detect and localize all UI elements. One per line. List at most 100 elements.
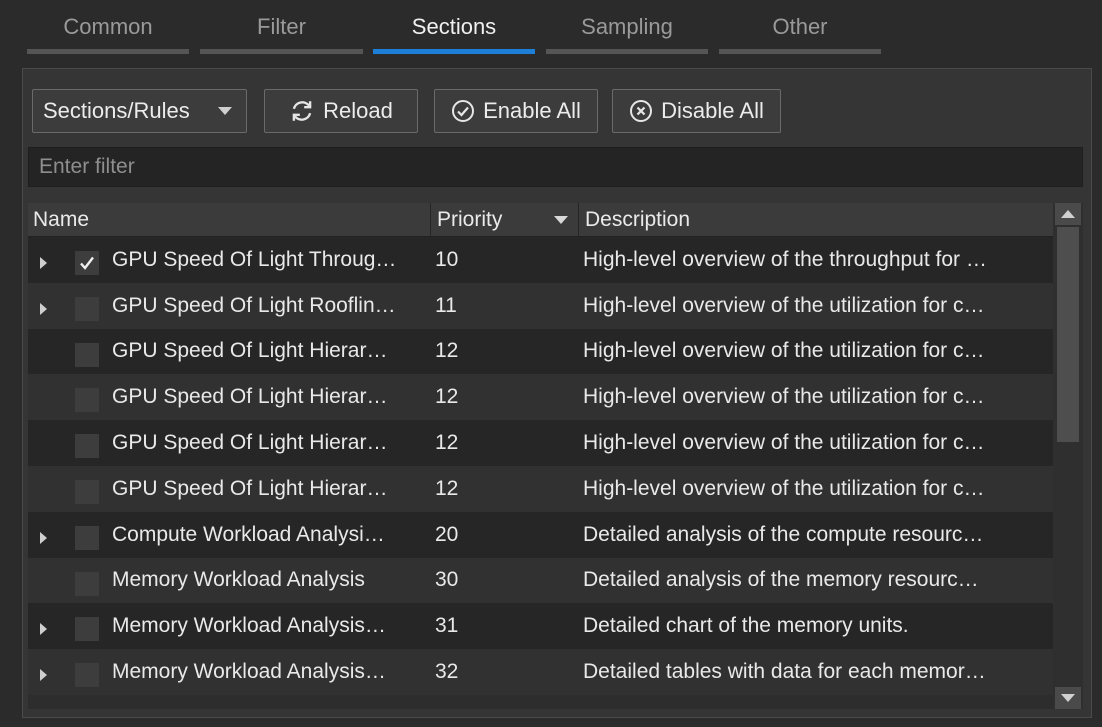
enable-all-label: Enable All [483, 98, 581, 123]
disable-all-label: Disable All [661, 98, 764, 123]
row-checkbox[interactable] [75, 342, 99, 367]
sections-panel: Sections/Rules Reload Enable All Disable… [22, 68, 1092, 718]
tab-sections[interactable]: Sections [373, 0, 535, 54]
priority-cell: 12 [435, 339, 459, 363]
expand-arrow-icon[interactable] [40, 531, 47, 544]
expand-arrow-icon[interactable] [40, 302, 47, 315]
description-cell: High-level overview of the throughput fo… [583, 247, 987, 271]
sort-descending-icon [554, 216, 568, 224]
row-checkbox[interactable] [75, 571, 99, 596]
tab-underline [200, 49, 363, 54]
name-cell: Compute Workload Analysi… [112, 522, 385, 546]
name-cell: GPU Speed Of Light Hierar… [112, 431, 388, 455]
tab-underline-active [373, 49, 535, 54]
tab-label: Sampling [581, 14, 673, 39]
tab-label: Sections [411, 14, 497, 39]
priority-cell: 30 [435, 568, 459, 592]
scrollbar-thumb[interactable] [1057, 227, 1079, 442]
column-label: Description [585, 207, 691, 231]
table-row[interactable]: GPU Speed Of Light Rooflin… 11 High-level … [28, 282, 1053, 329]
priority-cell: 32 [435, 660, 459, 684]
priority-cell: 12 [435, 431, 459, 455]
table-row[interactable]: Memory Workload Analysis… 32 Detailed tabl… [28, 649, 1053, 695]
name-cell: GPU Speed Of Light Hierar… [112, 339, 388, 363]
priority-cell: 31 [435, 614, 459, 638]
table-row[interactable]: Compute Workload Analysi… 20 Detailed anal… [28, 511, 1053, 558]
priority-cell: 10 [435, 247, 459, 271]
checkmark-icon [80, 256, 94, 270]
tab-label: Other [772, 14, 828, 39]
row-checkbox[interactable] [75, 617, 99, 642]
chevron-down-icon [1061, 694, 1075, 702]
name-cell: Memory Workload Analysis… [112, 660, 386, 684]
table-row[interactable]: Memory Workload Analysis… 31 Detailed char… [28, 603, 1053, 650]
tab-common[interactable]: Common [27, 0, 189, 54]
row-checkbox[interactable] [75, 388, 99, 413]
name-cell: GPU Speed Of Light Hierar… [112, 476, 388, 500]
tab-underline [719, 49, 881, 54]
tab-other[interactable]: Other [719, 0, 881, 54]
name-cell: Memory Workload Analysis [112, 568, 365, 592]
disable-all-button[interactable]: Disable All [612, 89, 781, 133]
description-cell: Detailed chart of the memory units. [583, 614, 909, 638]
row-checkbox[interactable] [75, 296, 99, 321]
name-cell: GPU Speed Of Light Throug… [112, 247, 397, 271]
row-checkbox[interactable] [75, 251, 99, 275]
description-cell: High-level overview of the utilization f… [583, 339, 985, 363]
description-cell: Detailed analysis of the compute resourc… [583, 522, 984, 546]
reload-button[interactable]: Reload [264, 89, 418, 133]
table-row[interactable]: GPU Speed Of Light Hierar… 12 High-level o… [28, 374, 1053, 421]
table-row[interactable]: GPU Speed Of Light Hierar… 12 High-level o… [28, 465, 1053, 512]
priority-cell: 12 [435, 385, 459, 409]
column-header-description[interactable]: Description [578, 203, 1053, 236]
sections-rules-dropdown[interactable]: Sections/Rules [32, 89, 247, 133]
priority-cell: 12 [435, 476, 459, 500]
check-circle-icon [452, 100, 475, 122]
description-cell: High-level overview of the utilization f… [583, 385, 985, 409]
tab-label: Filter [257, 14, 306, 39]
description-cell: Detailed tables with data for each memor… [583, 660, 986, 684]
column-header-name[interactable]: Name [28, 203, 430, 236]
table-row[interactable]: Memory Workload Analysis 30 Detailed analy… [28, 557, 1053, 604]
x-circle-icon [630, 100, 653, 122]
row-checkbox[interactable] [75, 434, 99, 459]
description-cell: Detailed analysis of the memory resourc… [583, 568, 979, 592]
vertical-scrollbar[interactable] [1053, 203, 1083, 709]
refresh-icon [292, 101, 312, 121]
tab-bar: Common Filter Sections Sampling Other [0, 0, 1102, 60]
table-row[interactable]: GPU Speed Of Light Hierar… 12 High-level o… [28, 420, 1053, 466]
filter-input[interactable]: Enter filter [28, 147, 1083, 187]
name-cell: GPU Speed Of Light Rooflin… [112, 293, 396, 317]
description-cell: High-level overview of the utilization f… [583, 476, 985, 500]
expand-arrow-icon[interactable] [40, 623, 47, 636]
name-cell: Memory Workload Analysis… [112, 614, 386, 638]
column-header-priority[interactable]: Priority [430, 203, 578, 236]
filter-placeholder: Enter filter [39, 155, 135, 178]
name-cell: GPU Speed Of Light Hierar… [112, 385, 388, 409]
priority-cell: 20 [435, 522, 459, 546]
table-header: Name Priority Description [28, 203, 1053, 237]
sections-table: Name Priority Description GPU Speed Of L… [28, 203, 1083, 709]
tab-filter[interactable]: Filter [200, 0, 363, 54]
priority-cell: 11 [435, 293, 457, 317]
description-cell: High-level overview of the utilization f… [583, 431, 985, 455]
chevron-down-icon [218, 107, 232, 115]
row-checkbox[interactable] [75, 479, 99, 504]
tab-underline [27, 49, 189, 54]
scroll-down-button[interactable] [1055, 687, 1081, 709]
row-checkbox[interactable] [75, 525, 99, 550]
table-row[interactable]: GPU Speed Of Light Throug… 10 High-level o… [28, 237, 1053, 283]
tab-underline [546, 49, 708, 54]
row-checkbox[interactable] [75, 663, 99, 688]
scroll-up-button[interactable] [1055, 203, 1081, 225]
dropdown-value: Sections/Rules [43, 98, 190, 123]
tab-sampling[interactable]: Sampling [546, 0, 708, 54]
expand-arrow-icon[interactable] [40, 257, 47, 269]
expand-arrow-icon[interactable] [40, 669, 47, 682]
column-label: Priority [437, 207, 503, 231]
description-cell: High-level overview of the utilization f… [583, 293, 985, 317]
table-body: GPU Speed Of Light Throug… 10 High-level o… [28, 237, 1053, 695]
enable-all-button[interactable]: Enable All [434, 89, 598, 133]
column-label: Name [33, 207, 90, 231]
table-row[interactable]: GPU Speed Of Light Hierar… 12 High-level o… [28, 328, 1053, 375]
